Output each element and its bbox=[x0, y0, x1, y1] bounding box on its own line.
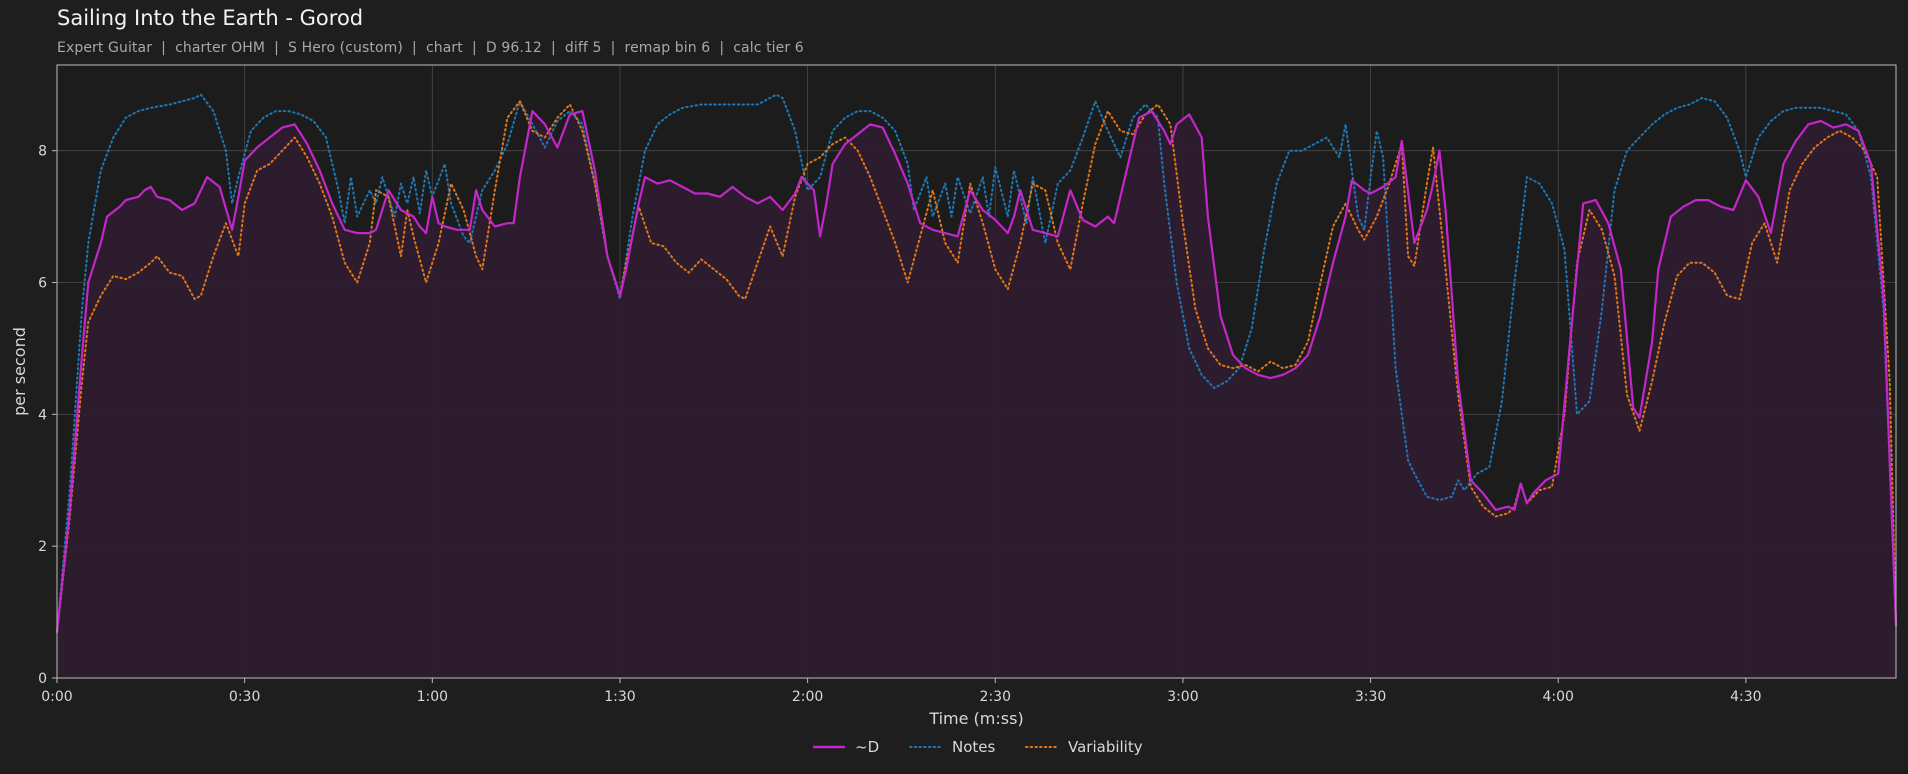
x-axis-label: Time (m:ss) bbox=[928, 709, 1023, 728]
y-tick-label: 4 bbox=[38, 407, 47, 423]
legend-label: Notes bbox=[952, 738, 996, 756]
x-axis-ticks: 0:00 0:30 1:00 1:30 2:00 2:30 3:00 3:30 4:00 4:30 bbox=[41, 678, 1762, 705]
x-tick-label: 0:30 bbox=[229, 689, 260, 705]
legend: ~D Notes Variability bbox=[813, 738, 1143, 756]
x-tick-label: 0:00 bbox=[41, 689, 72, 705]
x-tick-label: 2:00 bbox=[792, 689, 823, 705]
y-axis-label: per second bbox=[10, 327, 29, 416]
x-tick-label: 4:30 bbox=[1730, 689, 1761, 705]
y-tick-label: 0 bbox=[38, 671, 47, 687]
x-tick-label: 1:30 bbox=[604, 689, 635, 705]
legend-label: ~D bbox=[855, 738, 879, 756]
line-chart: 0:00 0:30 1:00 1:30 2:00 2:30 3:00 3:30 4:00 4:30… bbox=[10, 64, 1898, 756]
x-tick-label: 3:00 bbox=[1167, 689, 1198, 705]
legend-label: Variability bbox=[1068, 738, 1143, 756]
x-tick-label: 1:00 bbox=[417, 689, 448, 705]
y-tick-label: 2 bbox=[38, 539, 47, 555]
x-tick-label: 3:30 bbox=[1355, 689, 1386, 705]
y-axis-ticks: 0 2 4 6 8 bbox=[38, 144, 57, 687]
x-tick-label: 4:00 bbox=[1542, 689, 1573, 705]
y-tick-label: 6 bbox=[38, 276, 47, 292]
y-tick-label: 8 bbox=[38, 144, 47, 160]
x-tick-label: 2:30 bbox=[980, 689, 1011, 705]
